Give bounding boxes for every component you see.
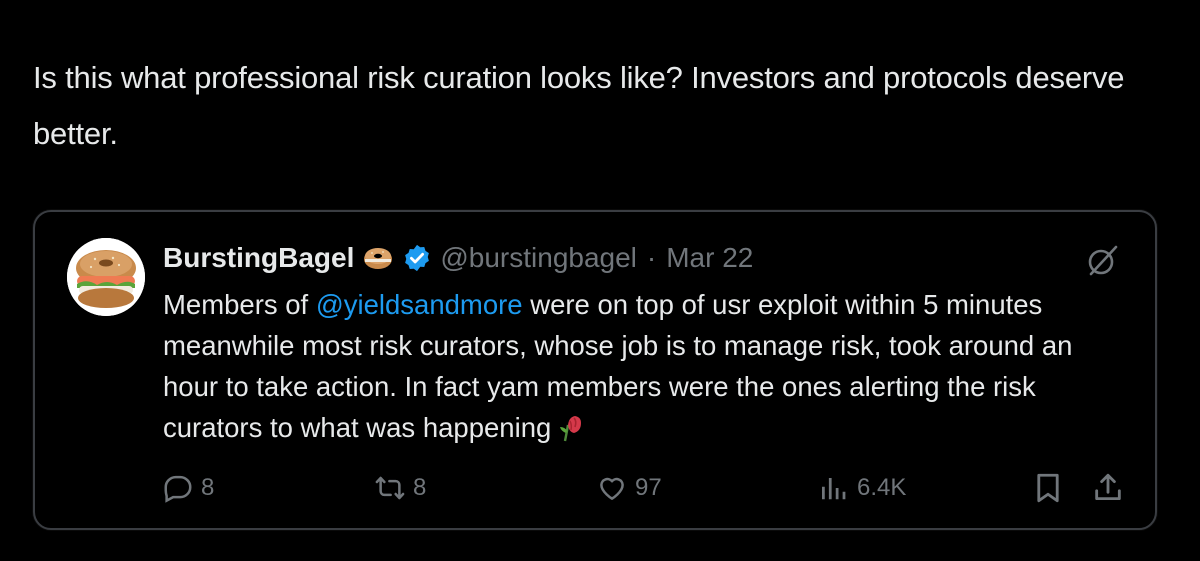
tweet-body: Members of @yieldsandmore were on top of… bbox=[163, 284, 1123, 448]
repost-icon bbox=[375, 476, 405, 500]
heart-icon bbox=[600, 477, 624, 500]
mention-link[interactable]: @yieldsandmore bbox=[316, 289, 523, 320]
verified-badge-icon bbox=[402, 243, 432, 273]
bookmark-button[interactable] bbox=[1031, 471, 1065, 505]
quoted-tweet-card[interactable]: BurstingBagel @burstingbagel · Mar 22 Me… bbox=[33, 210, 1157, 530]
grok-icon[interactable] bbox=[1083, 242, 1121, 280]
like-button[interactable]: 97 bbox=[597, 468, 662, 508]
display-name[interactable]: BurstingBagel bbox=[163, 242, 354, 274]
like-count: 97 bbox=[635, 474, 662, 501]
repost-count: 8 bbox=[413, 474, 427, 501]
share-button[interactable] bbox=[1091, 471, 1125, 505]
reply-button[interactable]: 8 bbox=[163, 468, 214, 508]
bagel-emoji-icon bbox=[362, 242, 394, 274]
wilted-rose-emoji-icon bbox=[557, 411, 587, 443]
avatar[interactable] bbox=[67, 238, 145, 316]
separator-dot: · bbox=[646, 242, 657, 273]
views-button[interactable]: 6.4K bbox=[819, 468, 906, 508]
bookmark-icon bbox=[1037, 473, 1059, 503]
reply-count: 8 bbox=[201, 474, 215, 501]
action-bar: 8 8 97 6.4K bbox=[163, 468, 1123, 508]
repost-button[interactable]: 8 bbox=[375, 468, 426, 508]
post-text: Is this what professional risk curation … bbox=[33, 60, 1125, 151]
handle[interactable]: @burstingbagel bbox=[440, 242, 637, 274]
share-icon bbox=[1095, 473, 1121, 501]
views-count: 6.4K bbox=[857, 474, 907, 501]
reply-icon bbox=[164, 475, 192, 503]
tweet-header: BurstingBagel @burstingbagel · Mar 22 bbox=[163, 240, 753, 276]
views-chart-icon bbox=[822, 478, 846, 500]
tweet-date[interactable]: Mar 22 bbox=[666, 242, 753, 274]
tweet-body-prefix: Members of bbox=[163, 289, 316, 320]
